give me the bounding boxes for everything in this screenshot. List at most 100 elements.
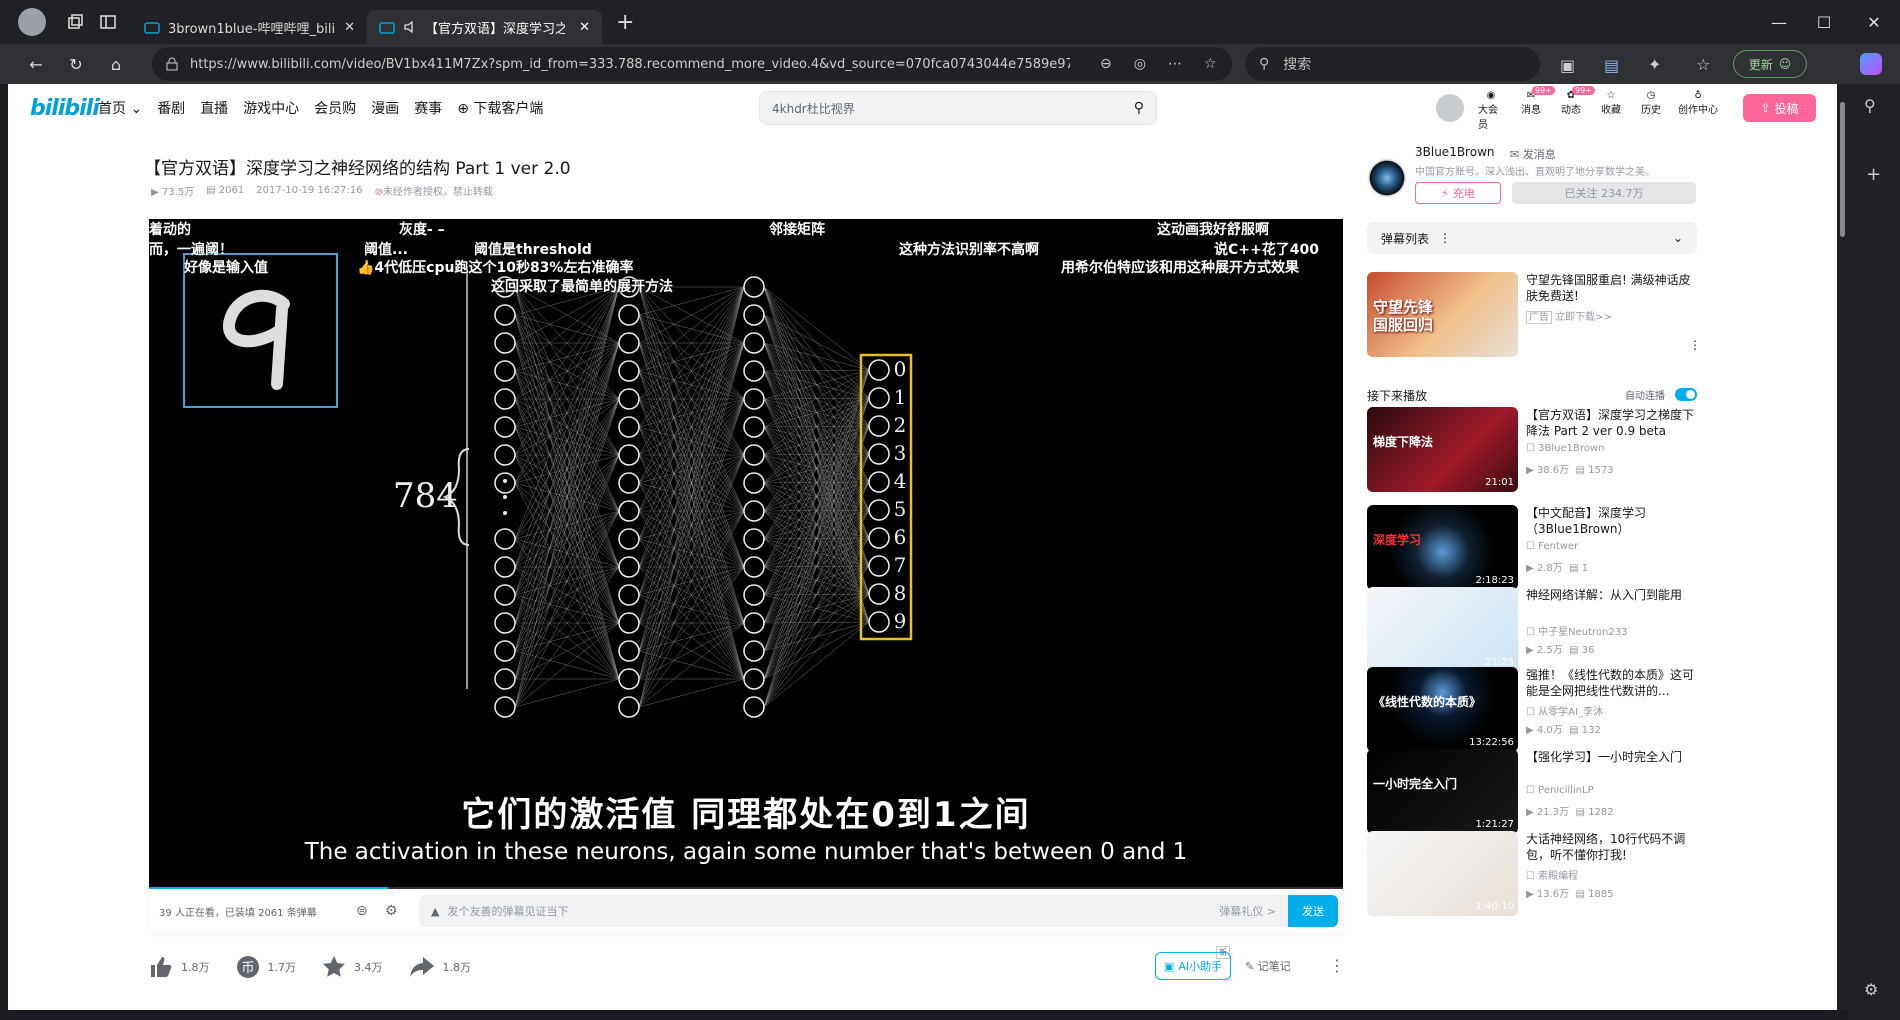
danmaku-input[interactable]: ▲ 发个友善的弹幕见证当下 弹幕礼仪 > 发送 bbox=[419, 895, 1338, 927]
bilibili-logo[interactable]: bilibili bbox=[30, 96, 100, 121]
refresh-button[interactable]: ↻ bbox=[56, 44, 96, 84]
autoplay-toggle[interactable] bbox=[1675, 388, 1697, 401]
speaker-icon[interactable] bbox=[403, 20, 417, 34]
nav-bangumi[interactable]: 番剧 bbox=[157, 98, 185, 118]
site-search-input[interactable]: 4khdr杜比视界 ⚲ bbox=[759, 91, 1157, 125]
more-icon[interactable]: ⋮ bbox=[1439, 231, 1451, 245]
page-scrollbar[interactable] bbox=[1837, 84, 1848, 1010]
neuron bbox=[743, 276, 765, 298]
send-message-link[interactable]: ✉ 发消息 bbox=[1510, 146, 1556, 162]
tab-current-video[interactable]: 【官方双语】深度学习之神经 ✕ bbox=[367, 10, 602, 44]
danmaku-etiquette-link[interactable]: 弹幕礼仪 > bbox=[1219, 903, 1276, 919]
ellipsis-dot bbox=[503, 495, 507, 499]
history-entry[interactable]: ◷ 历史 bbox=[1638, 90, 1664, 131]
share-icon bbox=[409, 957, 434, 977]
nav-live[interactable]: 直播 bbox=[200, 98, 228, 118]
connection-line bbox=[514, 286, 620, 652]
search-icon[interactable]: ⚲ bbox=[1864, 96, 1876, 115]
profile-avatar-icon[interactable] bbox=[18, 8, 46, 36]
nav-esports[interactable]: 赛事 bbox=[414, 98, 442, 118]
creator-entry[interactable]: ♁ 创作中心 bbox=[1678, 90, 1718, 131]
video-card-title[interactable]: 【强化学习】一小时完全入门 bbox=[1526, 749, 1698, 765]
send-danmaku-button[interactable]: 发送 bbox=[1288, 895, 1338, 927]
bulb-icon: ♁ bbox=[1694, 90, 1702, 101]
more-icon[interactable]: ⋮ bbox=[1689, 338, 1701, 352]
video-card-author[interactable]: ☐ 中子星Neutron233 bbox=[1526, 623, 1627, 638]
copilot-icon[interactable] bbox=[1860, 53, 1882, 75]
ai-assistant-button[interactable]: ▣ AI小助手 bbox=[1155, 952, 1231, 980]
duration: 1:21:27 bbox=[1475, 819, 1514, 830]
danmaku-item: 阈值是threshold bbox=[474, 242, 592, 258]
extension-icon[interactable]: ▣ bbox=[1560, 56, 1575, 75]
favorite-button[interactable]: 3.4万 bbox=[322, 955, 383, 979]
close-icon[interactable]: ✕ bbox=[344, 20, 355, 35]
next-up-header: 接下来播放 自动连播 bbox=[1367, 387, 1697, 404]
nav-manga[interactable]: 漫画 bbox=[371, 98, 399, 118]
favorites-entry[interactable]: ☆ 收藏 bbox=[1598, 90, 1624, 131]
more-icon[interactable]: ⋮ bbox=[1329, 956, 1345, 975]
collections-icon[interactable] bbox=[60, 14, 90, 30]
video-card-title[interactable]: 【官方双语】深度学习之梯度下降法 Part 2 ver 0.9 beta bbox=[1526, 407, 1698, 439]
uploader-avatar[interactable] bbox=[1367, 158, 1407, 198]
share-button[interactable]: 1.8万 bbox=[409, 955, 471, 979]
document-icon[interactable]: ▤ bbox=[1604, 56, 1619, 75]
neuron bbox=[494, 556, 516, 578]
vertical-tabs-icon[interactable] bbox=[90, 14, 126, 30]
note-button[interactable]: ✎ 记笔记 bbox=[1245, 958, 1291, 974]
dynamic-entry[interactable]: ✿ 99+ 动态 bbox=[1558, 86, 1595, 131]
update-button[interactable]: 更新 ☺ bbox=[1733, 50, 1807, 78]
new-tab-button[interactable]: + bbox=[616, 10, 634, 35]
danmaku-item: 着动的 bbox=[149, 222, 191, 238]
translate-icon[interactable]: ◎ bbox=[1134, 56, 1146, 72]
video-card-author[interactable]: ☐ Fentwer bbox=[1526, 541, 1578, 552]
close-window-button[interactable]: ✕ bbox=[1850, 0, 1898, 44]
uploader-name[interactable]: 3Blue1Brown bbox=[1415, 145, 1495, 159]
add-icon[interactable]: + bbox=[1866, 164, 1881, 185]
neuron bbox=[494, 612, 516, 634]
neuron bbox=[743, 500, 765, 522]
maximize-button[interactable]: ☐ bbox=[1800, 0, 1848, 44]
vip-icon: ◉ bbox=[1486, 90, 1496, 101]
address-bar[interactable]: https://www.bilibili.com/video/BV1bx411M… bbox=[152, 47, 1232, 81]
video-card-title[interactable]: 【中文配音】深度学习（3Blue1Brown） bbox=[1526, 505, 1698, 537]
close-icon[interactable]: ✕ bbox=[579, 20, 590, 35]
video-card-author[interactable]: ☐ PenicillinLP bbox=[1526, 785, 1594, 796]
nav-game[interactable]: 游戏中心 bbox=[243, 98, 299, 118]
danmaku-settings-icon[interactable]: ⚙ bbox=[385, 903, 398, 919]
nav-mall[interactable]: 会员购 bbox=[314, 98, 356, 118]
avatar[interactable] bbox=[1436, 94, 1464, 122]
upload-button[interactable]: ⇪ 投稿 bbox=[1743, 94, 1816, 122]
message-entry[interactable]: ✉ 99+ 消息 bbox=[1518, 86, 1555, 131]
coin-button[interactable]: 币 1.7万 bbox=[236, 955, 296, 979]
video-card-title[interactable]: 强推！《线性代数的本质》这可能是全网把线性代数讲的... bbox=[1526, 667, 1698, 699]
back-button[interactable]: ← bbox=[16, 44, 56, 84]
search-icon[interactable]: ⚲ bbox=[1134, 100, 1144, 116]
danmaku-style-icon[interactable]: ▲ bbox=[431, 905, 439, 918]
browser-search-box[interactable]: ⚲ 搜索 bbox=[1245, 47, 1540, 81]
danmaku-list-toggle[interactable]: 弹幕列表 ⋮ ⌄ bbox=[1367, 222, 1697, 254]
home-button[interactable]: ⌂ bbox=[96, 44, 136, 84]
favorite-star-icon[interactable]: ☆ bbox=[1204, 56, 1217, 72]
video-card-title[interactable]: 神经网络详解：从入门到能用 bbox=[1526, 587, 1698, 603]
tab-bilibili-search[interactable]: 3brown1blue-哔哩哔哩_bilibili ✕ bbox=[132, 10, 367, 44]
neuron bbox=[618, 500, 640, 522]
video-card-author[interactable]: ☐ 索殿编程 bbox=[1526, 867, 1578, 882]
nav-download[interactable]: ⊕ 下载客户端 bbox=[457, 98, 543, 118]
follow-button[interactable]: 已关注 234.7万 bbox=[1512, 182, 1696, 204]
more-icon[interactable]: ⋯ bbox=[1168, 56, 1182, 72]
puzzle-icon[interactable]: ✦ bbox=[1648, 55, 1661, 74]
like-button[interactable]: 1.8万 bbox=[149, 955, 210, 979]
vip-entry[interactable]: ◉ 大会员 bbox=[1478, 90, 1504, 131]
video-card-author[interactable]: ☐ 3Blue1Brown bbox=[1526, 443, 1604, 454]
zoom-icon[interactable]: ⊖ bbox=[1100, 56, 1112, 72]
video-card-author[interactable]: ☐ 从零学AI_李沐 bbox=[1526, 703, 1603, 718]
minimize-button[interactable]: — bbox=[1755, 0, 1803, 44]
danmaku-toggle-icon[interactable]: ⊜ bbox=[356, 903, 368, 919]
video-card-title[interactable]: 大话神经网络，10行代码不调包，听不懂你打我! bbox=[1526, 831, 1698, 863]
charge-button[interactable]: ⚡ 充电 bbox=[1415, 182, 1501, 204]
gear-icon[interactable]: ⚙ bbox=[1864, 980, 1878, 999]
nav-home[interactable]: 首页 ⌄ bbox=[98, 98, 142, 118]
video-player[interactable]: 0 1 2 3 4 5 6 7 8 9 784 着动的 灰度- – 邻接矩阵 这动画我好舒服啊 而，… bbox=[149, 219, 1343, 889]
output-label: 0 bbox=[894, 357, 907, 381]
favorites-icon[interactable]: ☆ bbox=[1696, 55, 1710, 74]
